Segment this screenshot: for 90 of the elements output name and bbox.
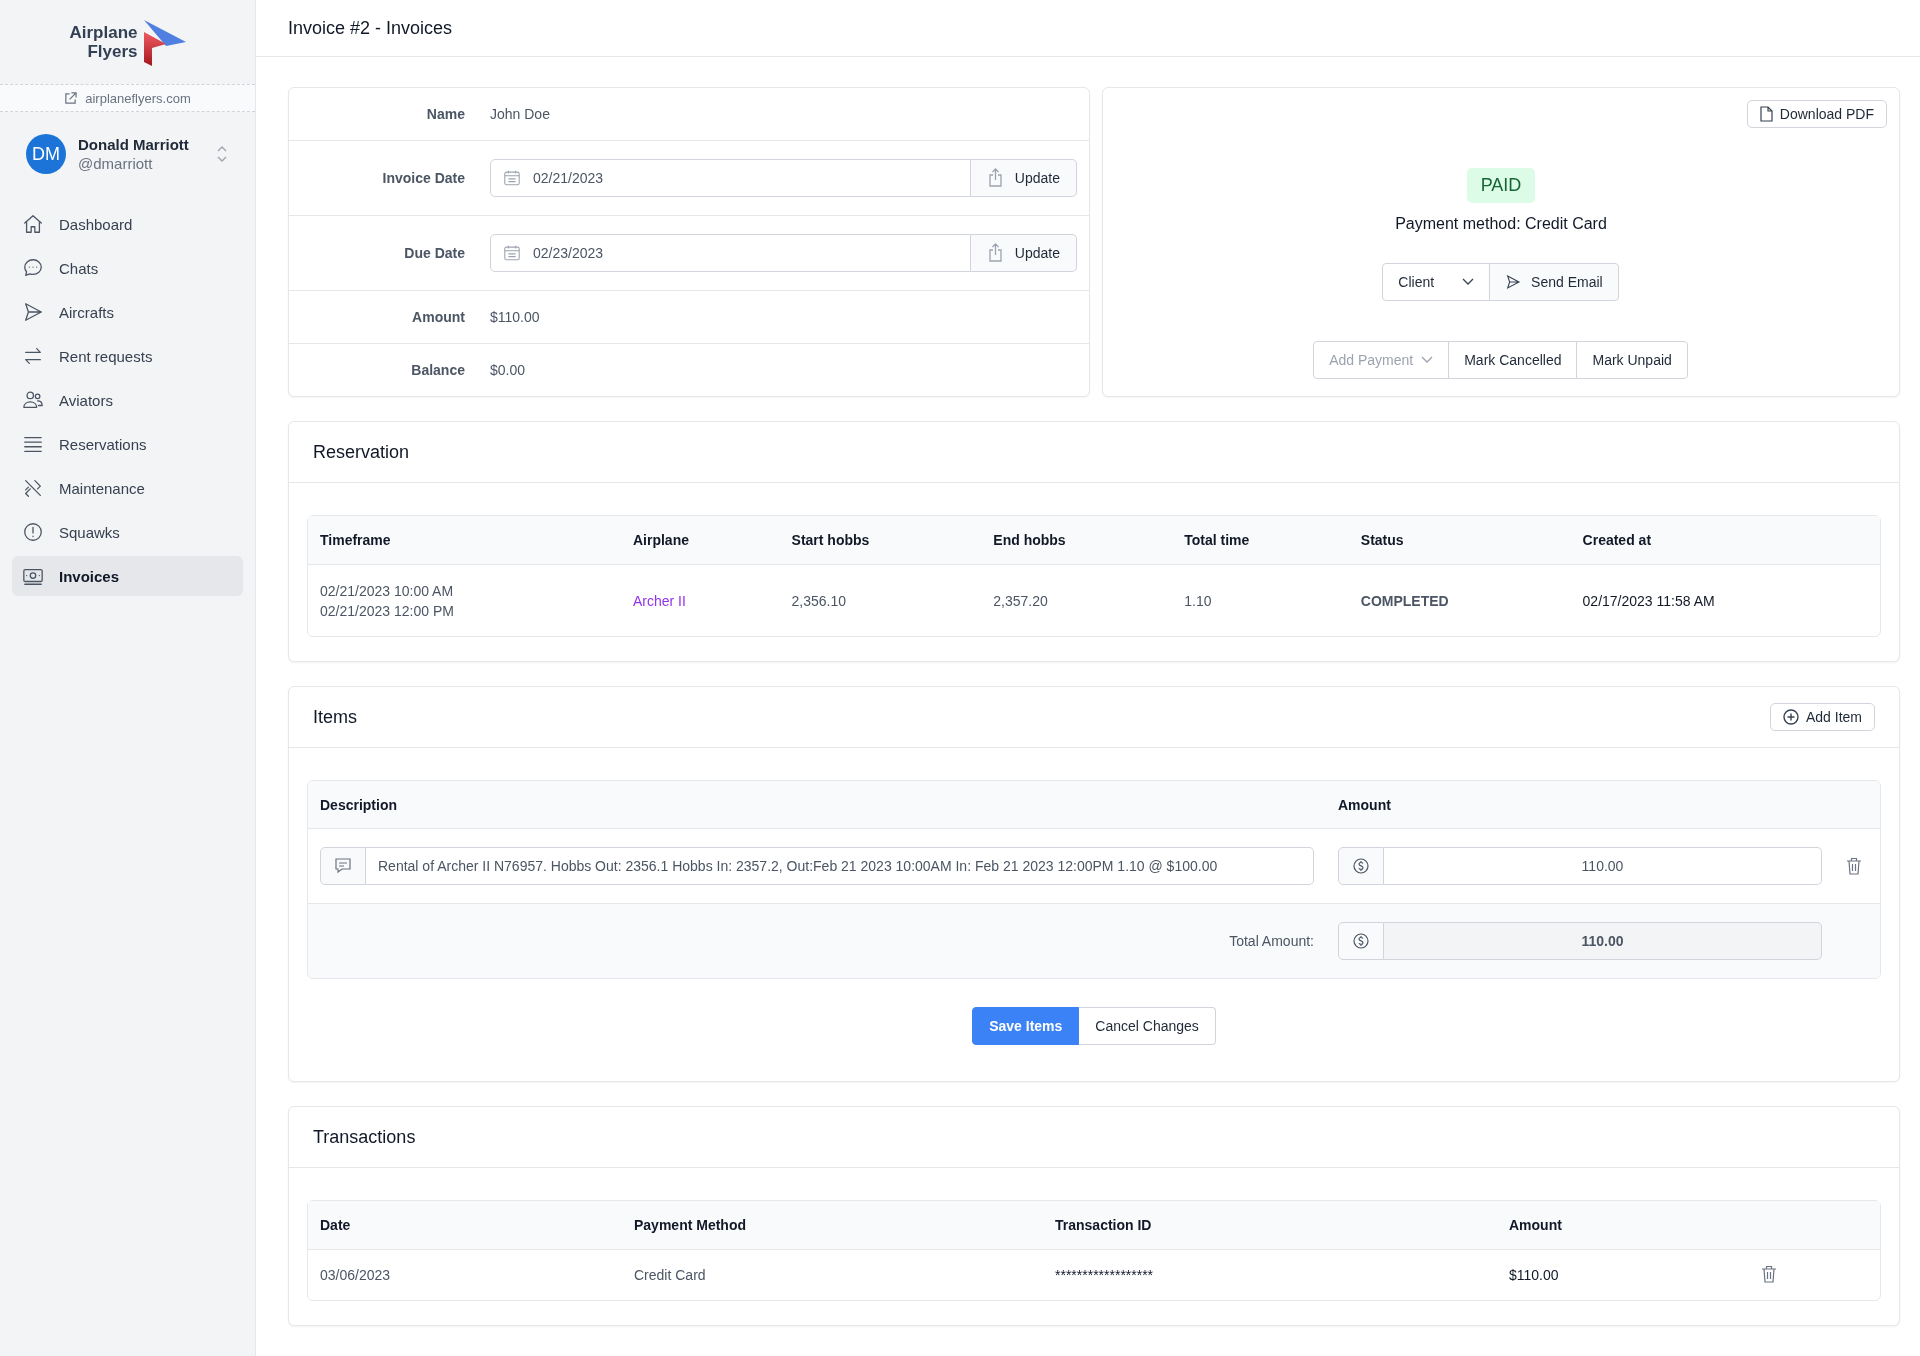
- table-cell-text: 02/21/2023 10:00 AM 02/21/2023 12:00 PM: [319, 581, 455, 621]
- nav-item[interactable]: Squawks: [12, 512, 243, 552]
- action-button[interactable]: Mark Cancelled: [1448, 341, 1578, 379]
- chevron-down-icon: [1421, 356, 1434, 364]
- field-label: Amount: [411, 309, 466, 325]
- plus-circle-icon: [1782, 709, 1799, 725]
- user-name: Donald Marriott: [78, 136, 190, 153]
- calendar-icon: [503, 169, 521, 187]
- column-header: Amount: [1338, 796, 1392, 813]
- send-email-button[interactable]: Send Email: [1489, 263, 1619, 301]
- nav-item[interactable]: Rent requests: [12, 336, 243, 376]
- trash-icon[interactable]: [1846, 857, 1862, 875]
- date-field[interactable]: 02/23/2023: [490, 234, 971, 272]
- table-cell-text: ******************: [1054, 1266, 1155, 1285]
- update-button[interactable]: Update: [970, 234, 1077, 272]
- share-icon: [986, 243, 1005, 263]
- website-link[interactable]: airplaneflyers.com: [0, 84, 255, 112]
- table-cell-text: Credit Card: [633, 1266, 707, 1285]
- column-header: Created at: [1570, 516, 1880, 565]
- total-amount-field: 110.00: [1384, 922, 1822, 960]
- column-header: Status: [1348, 516, 1571, 565]
- field-label: Due Date: [403, 245, 466, 261]
- column-header: Timeframe: [308, 516, 621, 565]
- field-value: $110.00: [490, 309, 540, 325]
- alert-circle-icon: [22, 521, 44, 543]
- nav-item[interactable]: Reservations: [12, 424, 243, 464]
- page-title: Invoice #2 - Invoices: [288, 17, 453, 39]
- table-cell-text: $110.00: [1508, 1266, 1560, 1285]
- save-items-button[interactable]: Save Items: [972, 1007, 1080, 1045]
- dollar-circle-icon: [1353, 858, 1369, 874]
- payment-method-text: Payment method: Credit Card: [1395, 215, 1607, 233]
- column-header: End hobbs: [981, 516, 1173, 565]
- dollar-circle-icon: [1353, 933, 1369, 949]
- date-field[interactable]: 02/21/2023: [490, 159, 971, 197]
- field-label: Invoice Date: [381, 170, 466, 186]
- table-cell-text: 03/06/2023: [319, 1266, 392, 1285]
- download-pdf-button[interactable]: Download PDF: [1746, 100, 1887, 128]
- status-badge: PAID: [1466, 168, 1536, 203]
- table-cell-text: COMPLETED: [1359, 591, 1450, 611]
- column-header: Airplane: [620, 516, 780, 565]
- recipient-select[interactable]: Client: [1382, 263, 1491, 301]
- section-title: Items: [313, 706, 357, 728]
- table-cell-text: 2,357.20: [992, 591, 1049, 611]
- arrows-icon: [22, 345, 44, 367]
- field-label: Name: [425, 106, 466, 122]
- home-icon: [22, 213, 44, 235]
- share-icon: [986, 168, 1005, 188]
- nav-item[interactable]: Chats: [12, 248, 243, 288]
- external-link-icon: [64, 91, 78, 105]
- total-label: Total Amount:: [1228, 933, 1314, 949]
- nav-item[interactable]: Aircrafts: [12, 292, 243, 332]
- trash-icon[interactable]: [1760, 1264, 1777, 1283]
- field-value: $0.00: [490, 362, 526, 378]
- column-header: Transaction ID: [1043, 1201, 1497, 1250]
- user-avatar: DM: [26, 134, 66, 174]
- nav-item[interactable]: Dashboard: [12, 204, 243, 244]
- airplane-link[interactable]: Archer II: [632, 592, 686, 609]
- paper-plane-logo-icon: [141, 18, 186, 66]
- comment-icon: [334, 858, 352, 874]
- paper-plane-icon: [1505, 274, 1522, 290]
- column-header: Description: [320, 796, 398, 813]
- nav-item[interactable]: Aviators: [12, 380, 243, 420]
- cancel-changes-button[interactable]: Cancel Changes: [1079, 1007, 1216, 1045]
- column-header: Total time: [1172, 516, 1349, 565]
- column-header: Amount: [1497, 1201, 1749, 1250]
- chevron-down-icon: [1462, 278, 1475, 286]
- update-button[interactable]: Update: [970, 159, 1077, 197]
- table-cell-text: 2,356.10: [790, 591, 848, 611]
- table-cell-text: 02/17/2023 11:58 AM: [1581, 591, 1716, 611]
- action-button[interactable]: Mark Unpaid: [1576, 341, 1688, 379]
- table-cell-text: 1.10: [1183, 591, 1213, 611]
- column-header: Date: [308, 1201, 622, 1250]
- section-title: Reservation: [313, 441, 410, 463]
- chat-bubble-icon: [22, 257, 44, 279]
- nav-item[interactable]: Maintenance: [12, 468, 243, 508]
- field-value: John Doe: [490, 106, 550, 122]
- user-handle: @dmarriott: [78, 155, 154, 172]
- column-header: Start hobbs: [779, 516, 982, 565]
- column-header: Payment Method: [622, 1201, 1043, 1250]
- paper-plane-icon: [22, 301, 44, 323]
- calendar-icon: [503, 244, 521, 262]
- logo-text: Airplane Flyers: [69, 23, 138, 61]
- nav-item[interactable]: Invoices: [12, 556, 243, 596]
- document-icon: [1759, 106, 1773, 122]
- description-field[interactable]: Rental of Archer II N76957. Hobbs Out: 2356.1 Hobbs In: 2357.2, Out:Feb 21 2023 10:00AM In: Feb 21 2023 12:00PM 1.10 @ $100.00: [366, 847, 1314, 885]
- section-title: Transactions: [313, 1126, 416, 1148]
- add-item-button[interactable]: Add Item: [1769, 703, 1875, 731]
- amount-field[interactable]: 110.00: [1384, 847, 1822, 885]
- users-icon: [22, 389, 44, 411]
- field-label: Balance: [410, 362, 466, 378]
